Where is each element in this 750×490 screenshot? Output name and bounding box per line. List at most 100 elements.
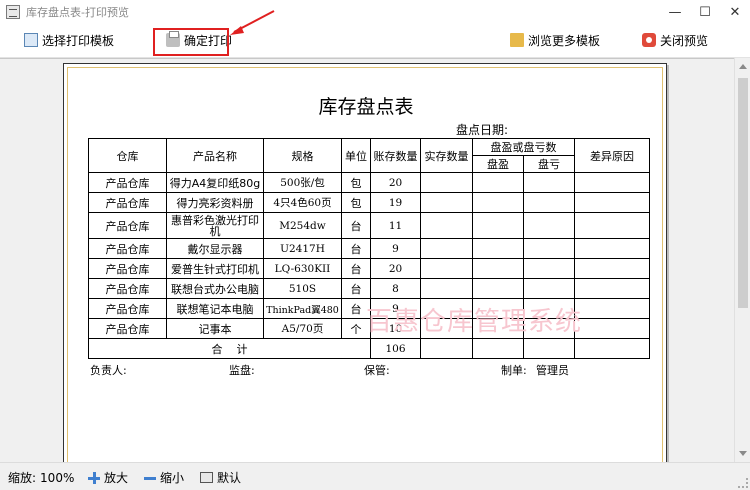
cell-reason xyxy=(574,298,650,319)
cell-gain xyxy=(472,338,524,359)
minus-icon xyxy=(144,472,156,484)
header-actual-qty: 实存数量 xyxy=(420,138,473,173)
cell-qty: 11 xyxy=(370,212,421,239)
signature-maker: 制单: xyxy=(501,364,527,377)
select-template-label: 选择打印模板 xyxy=(42,33,115,48)
close-window-button[interactable]: ✕ xyxy=(720,0,750,24)
header-reason: 差异原因 xyxy=(574,138,650,173)
cell-spec: U2417H xyxy=(263,238,342,259)
table-row: 产品仓库 得力A4复印纸80g 500张/包 包 20 xyxy=(88,172,650,193)
title-bar: 库存盘点表-打印预览 — ☐ ✕ xyxy=(0,0,750,24)
header-spec: 规格 xyxy=(263,138,342,173)
cell-reason xyxy=(574,278,650,299)
cell-product: 记事本 xyxy=(166,318,264,339)
cell-spec: ThinkPad翼480 xyxy=(263,298,342,319)
fit-page-icon xyxy=(200,472,213,483)
cell-unit: 台 xyxy=(341,238,371,259)
zoom-in-label: 放大 xyxy=(104,471,129,485)
cell-loss xyxy=(523,338,575,359)
status-bar: 缩放: 100% 放大 缩小 默认 xyxy=(0,462,750,490)
close-preview-label: 关闭预览 xyxy=(660,33,709,48)
table-row: 产品仓库 得力亮彩资料册 4只4色60页 包 19 xyxy=(88,192,650,213)
cell-qty: 19 xyxy=(370,192,421,213)
cell-actual xyxy=(420,238,473,259)
print-highlight-box xyxy=(153,28,229,56)
header-warehouse: 仓库 xyxy=(88,138,167,173)
scroll-thumb[interactable] xyxy=(738,78,748,308)
cell-reason xyxy=(574,238,650,259)
total-label: 合 计 xyxy=(88,338,371,359)
document-title: 库存盘点表 xyxy=(318,96,414,118)
default-zoom-button[interactable]: 默认 xyxy=(200,469,241,486)
total-row: 合 计 106 xyxy=(88,338,650,359)
cell-unit: 台 xyxy=(341,258,371,279)
plus-icon xyxy=(88,471,100,484)
cell-actual xyxy=(420,278,473,299)
table-row: 产品仓库 爱普生针式打印机 LQ-630KII 台 20 xyxy=(88,258,650,279)
app-icon xyxy=(6,5,20,19)
cell-spec: M254dw xyxy=(263,212,342,239)
cell-gain xyxy=(472,212,524,239)
signature-manager: 负责人: xyxy=(90,364,127,377)
folder-icon xyxy=(510,33,524,47)
table-row: 产品仓库 戴尔显示器 U2417H 台 9 xyxy=(88,238,650,259)
template-icon xyxy=(24,33,38,47)
zoom-out-button[interactable]: 缩小 xyxy=(144,469,184,486)
header-product: 产品名称 xyxy=(166,138,264,173)
cell-warehouse: 产品仓库 xyxy=(88,298,167,319)
cell-unit: 包 xyxy=(341,172,371,193)
scroll-down-icon[interactable] xyxy=(739,451,747,456)
minimize-button[interactable]: — xyxy=(660,0,690,24)
cell-reason xyxy=(574,172,650,193)
cell-actual xyxy=(420,172,473,193)
zoom-in-button[interactable]: 放大 xyxy=(88,469,128,486)
cell-gain xyxy=(472,192,524,213)
default-zoom-label: 默认 xyxy=(217,471,242,485)
toolbar: 选择打印模板 确定打印 浏览更多模板 关闭预览 xyxy=(0,24,750,58)
cell-unit: 包 xyxy=(341,192,371,213)
close-preview-icon xyxy=(642,33,656,47)
cell-loss xyxy=(523,238,575,259)
cell-reason xyxy=(574,338,650,359)
zoom-value: 100% xyxy=(40,470,75,485)
cell-product: 惠普彩色激光打印机 xyxy=(166,212,264,239)
header-gain: 盘盈 xyxy=(472,155,524,173)
cell-warehouse: 产品仓库 xyxy=(88,172,167,193)
cell-qty: 9 xyxy=(370,238,421,259)
cell-spec: A5/70页 xyxy=(263,318,342,339)
cell-loss xyxy=(523,212,575,239)
header-book-qty: 账存数量 xyxy=(370,138,421,173)
select-template-button[interactable]: 选择打印模板 xyxy=(20,29,118,51)
cell-actual xyxy=(420,212,473,239)
inventory-date-label: 盘点日期: xyxy=(456,123,509,137)
header-loss: 盘亏 xyxy=(523,155,575,173)
signature-keeper: 保管: xyxy=(364,364,390,377)
cell-gain xyxy=(472,172,524,193)
cell-loss xyxy=(523,278,575,299)
signature-maker-name: 管理员 xyxy=(536,364,569,377)
cell-reason xyxy=(574,318,650,339)
header-unit: 单位 xyxy=(341,138,371,173)
cell-loss xyxy=(523,258,575,279)
zoom-out-label: 缩小 xyxy=(160,471,185,485)
cell-product: 联想台式办公电脑 xyxy=(166,278,264,299)
window-controls: — ☐ ✕ xyxy=(660,0,750,24)
scroll-up-icon[interactable] xyxy=(739,64,747,69)
browse-templates-button[interactable]: 浏览更多模板 xyxy=(506,29,604,51)
vertical-scrollbar[interactable] xyxy=(734,58,750,462)
watermark: 百惠仓库管理系统 xyxy=(366,307,583,337)
cell-spec: 500张/包 xyxy=(263,172,342,193)
maximize-button[interactable]: ☐ xyxy=(690,0,720,24)
cell-gain xyxy=(472,278,524,299)
print-page: 库存盘点表 盘点日期: 仓库 产品名称 规格 单位 账存数量 实存数量 盘盈或盘… xyxy=(63,63,667,463)
cell-gain xyxy=(472,258,524,279)
cell-reason xyxy=(574,212,650,239)
table-row: 产品仓库 联想台式办公电脑 510S 台 8 xyxy=(88,278,650,299)
cell-gain xyxy=(472,238,524,259)
cell-warehouse: 产品仓库 xyxy=(88,318,167,339)
close-preview-button[interactable]: 关闭预览 xyxy=(638,29,712,51)
cell-loss xyxy=(523,172,575,193)
resize-grip-icon[interactable] xyxy=(738,478,748,488)
cell-product: 戴尔显示器 xyxy=(166,238,264,259)
cell-warehouse: 产品仓库 xyxy=(88,238,167,259)
